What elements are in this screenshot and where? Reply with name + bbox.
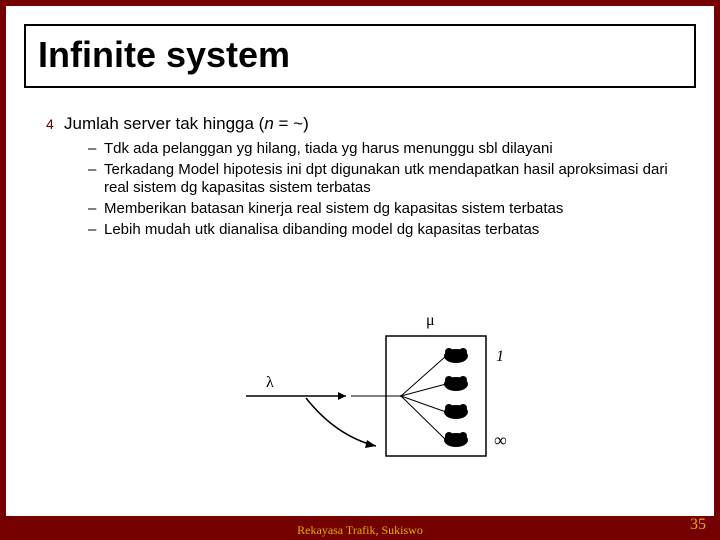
diagram-svg (236, 306, 536, 476)
diagram: λ μ 1 ∞ (236, 306, 536, 476)
title-box: Infinite system (24, 24, 696, 88)
lambda-label: λ (266, 374, 274, 392)
bullet-lvl2: – Tdk ada pelanggan yg hilang, tiada yg … (88, 140, 686, 158)
slide: Infinite system 4 Jumlah server tak hing… (6, 6, 714, 516)
infinity-label: ∞ (494, 430, 507, 451)
one-label: 1 (496, 348, 504, 366)
bullet-lvl2: – Memberikan batasan kinerja real sistem… (88, 200, 686, 218)
mu-label: μ (426, 312, 435, 330)
bullet-lvl2: – Terkadang Model hipotesis ini dpt digu… (88, 161, 686, 197)
page-number: 35 (690, 516, 706, 534)
slide-title: Infinite system (38, 34, 682, 76)
bullet1-prefix: Jumlah server tak hingga ( (64, 114, 264, 133)
sub-bullet-2: Memberikan batasan kinerja real sistem d… (104, 200, 563, 218)
bullet1-var: n (264, 114, 273, 133)
bullet1-suffix: = ~) (274, 114, 309, 133)
bullet2-icon: – (88, 221, 104, 239)
bullet2-icon: – (88, 161, 104, 179)
sub-bullet-0: Tdk ada pelanggan yg hilang, tiada yg ha… (104, 140, 553, 158)
bullet2-icon: – (88, 200, 104, 218)
sub-bullet-1: Terkadang Model hipotesis ini dpt diguna… (104, 161, 686, 197)
bullet-lvl1: 4 Jumlah server tak hingga (n = ~) (46, 114, 686, 134)
footer-text: Rekayasa Trafik, Sukiswo (0, 523, 720, 538)
content-area: 4 Jumlah server tak hingga (n = ~) – Tdk… (46, 114, 686, 242)
sublist: – Tdk ada pelanggan yg hilang, tiada yg … (88, 140, 686, 239)
sub-bullet-3: Lebih mudah utk dianalisa dibanding mode… (104, 221, 539, 239)
bullet1-icon: 4 (46, 114, 64, 134)
bullet1-text: Jumlah server tak hingga (n = ~) (64, 114, 309, 134)
bullet2-icon: – (88, 140, 104, 158)
bullet-lvl2: – Lebih mudah utk dianalisa dibanding mo… (88, 221, 686, 239)
